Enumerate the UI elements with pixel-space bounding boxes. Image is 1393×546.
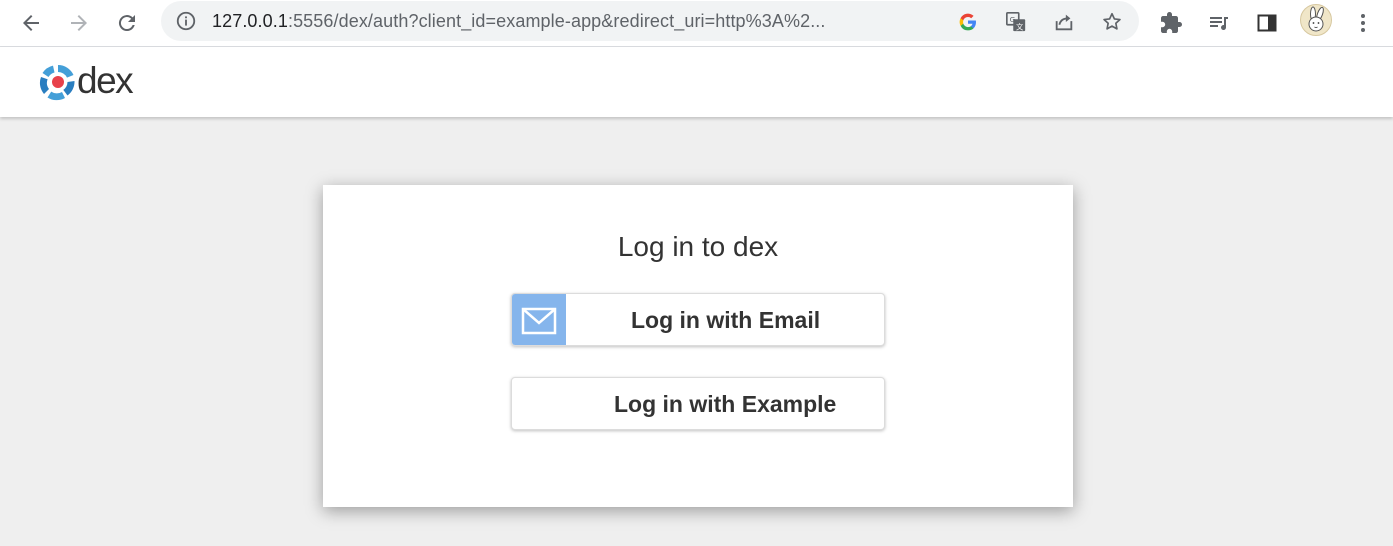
forward-button[interactable]: [60, 4, 98, 42]
login-card: Log in to dex Log in with Email Log in w…: [323, 185, 1073, 507]
email-icon: [521, 307, 557, 334]
extensions-button[interactable]: [1152, 4, 1190, 42]
dex-brand-name[interactable]: dex: [77, 59, 134, 103]
dex-header: dex: [0, 47, 1393, 117]
bookmark-star-icon: [1103, 12, 1121, 30]
login-example-button[interactable]: Log in with Example: [511, 377, 885, 430]
login-example-label: Log in with Example: [614, 391, 837, 417]
rabbit-avatar-icon: [1308, 6, 1324, 32]
translate-icon: G 文: [1006, 12, 1026, 31]
dex-logo-icon[interactable]: [38, 62, 78, 102]
login-title: Log in to dex: [617, 231, 779, 262]
extensions-icon: [1161, 12, 1182, 33]
svg-text:G: G: [1010, 15, 1016, 24]
url-path: :5556/dex/auth?client_id=example-app&red…: [287, 11, 826, 31]
login-email-button[interactable]: Log in with Email: [511, 293, 885, 346]
menu-icon: [1361, 14, 1365, 32]
url-host: 127.0.0.1: [212, 11, 288, 31]
reload-button[interactable]: [108, 4, 146, 42]
login-email-label: Log in with Email: [631, 307, 821, 333]
google-lens-button[interactable]: [952, 6, 984, 38]
side-panel-icon: [1257, 14, 1277, 32]
side-panel-button[interactable]: [1248, 4, 1286, 42]
share-button[interactable]: [1048, 6, 1080, 38]
browser-toolbar: 127.0.0.1:5556/dex/auth?client_id=exampl…: [0, 0, 1393, 47]
share-icon: [1055, 14, 1073, 31]
url-text[interactable]: 127.0.0.1:5556/dex/auth?client_id=exampl…: [212, 1, 826, 41]
forward-icon: [71, 15, 87, 31]
svg-text:文: 文: [1016, 22, 1024, 31]
browser-menu-button[interactable]: [1344, 4, 1382, 42]
reload-icon: [118, 15, 135, 32]
google-icon: [959, 13, 976, 31]
back-icon: [23, 15, 39, 31]
address-bar[interactable]: 127.0.0.1:5556/dex/auth?client_id=exampl…: [161, 1, 1139, 41]
translate-button[interactable]: G 文: [1000, 6, 1032, 38]
bookmark-button[interactable]: [1096, 6, 1128, 38]
media-control-icon: [1210, 17, 1228, 30]
email-icon-box: [512, 294, 566, 345]
profile-avatar[interactable]: [1300, 4, 1332, 36]
media-control-button[interactable]: [1200, 4, 1238, 42]
info-icon[interactable]: [175, 10, 197, 32]
back-button[interactable]: [12, 4, 50, 42]
